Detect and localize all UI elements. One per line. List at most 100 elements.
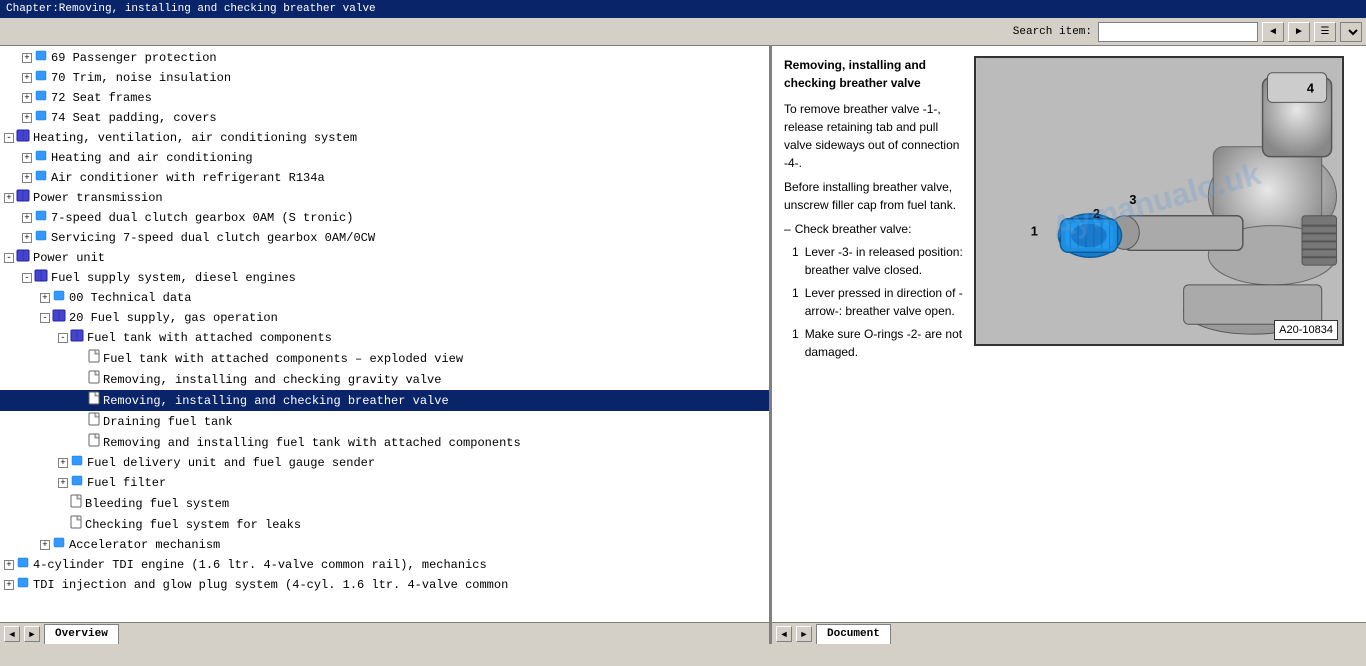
- tree-expander[interactable]: -: [40, 313, 50, 323]
- tree-expander[interactable]: -: [58, 333, 68, 343]
- tab-overview[interactable]: Overview: [44, 624, 119, 644]
- doc-nav-next[interactable]: ►: [796, 626, 812, 642]
- tree-expander[interactable]: +: [22, 93, 32, 103]
- doc-image-box: 1 2 3 4 Aymanualo.uk A20-10834: [974, 56, 1344, 346]
- tree-nav-prev[interactable]: ◄: [4, 626, 20, 642]
- tree-item-label: Power unit: [33, 250, 105, 266]
- tree-expander[interactable]: +: [22, 233, 32, 243]
- doc-paragraph: Before installing breather valve, unscre…: [784, 178, 964, 214]
- doc-paragraph: To remove breather valve -1-, release re…: [784, 100, 964, 172]
- step-number: 1: [792, 243, 799, 279]
- tree-expander[interactable]: +: [22, 173, 32, 183]
- right-panel: Removing, installing and checking breath…: [772, 46, 1366, 644]
- diamond-icon: [70, 474, 84, 492]
- tree-item[interactable]: + Fuel filter: [0, 473, 769, 493]
- svg-text:1: 1: [1031, 224, 1038, 239]
- tree-item-label: Fuel supply system, diesel engines: [51, 270, 296, 286]
- doc-icon: [88, 370, 100, 389]
- tree-item[interactable]: Removing and installing fuel tank with a…: [0, 432, 769, 453]
- tab-document[interactable]: Document: [816, 624, 891, 644]
- tree-expander[interactable]: +: [22, 53, 32, 63]
- search-input[interactable]: [1098, 22, 1258, 42]
- step-number: 1: [792, 284, 799, 320]
- diamond-icon: [70, 454, 84, 472]
- tree-item[interactable]: + 69 Passenger protection: [0, 48, 769, 68]
- tree-item[interactable]: Removing, installing and checking breath…: [0, 390, 769, 411]
- tree-item[interactable]: Checking fuel system for leaks: [0, 514, 769, 535]
- tree-expander[interactable]: +: [4, 560, 14, 570]
- search-label: Search item:: [1013, 26, 1092, 38]
- tree-item-label: Bleeding fuel system: [85, 496, 229, 512]
- tree-item[interactable]: + Power transmission: [0, 188, 769, 208]
- tree-item[interactable]: Draining fuel tank: [0, 411, 769, 432]
- tree-expander[interactable]: +: [40, 293, 50, 303]
- diamond-icon: [52, 289, 66, 307]
- step-text: Make sure O-rings -2- are not damaged.: [805, 325, 964, 361]
- tree-expander[interactable]: +: [22, 153, 32, 163]
- toolbar-options-select[interactable]: ▼: [1340, 22, 1362, 42]
- tree-expander[interactable]: +: [22, 113, 32, 123]
- tree-item[interactable]: Bleeding fuel system: [0, 493, 769, 514]
- tree-expander[interactable]: +: [58, 458, 68, 468]
- tree-item[interactable]: + Servicing 7-speed dual clutch gearbox …: [0, 228, 769, 248]
- tree-item[interactable]: - Fuel tank with attached components: [0, 328, 769, 348]
- titlebar: Chapter:Removing, installing and checkin…: [0, 0, 1366, 18]
- tree-item[interactable]: + 74 Seat padding, covers: [0, 108, 769, 128]
- tree-expander[interactable]: -: [4, 253, 14, 263]
- doc-nav-prev[interactable]: ◄: [776, 626, 792, 642]
- tree-item[interactable]: - Fuel supply system, diesel engines: [0, 268, 769, 288]
- tree-expander[interactable]: -: [22, 273, 32, 283]
- tree-expander[interactable]: -: [4, 133, 14, 143]
- doc-image-column: 1 2 3 4 Aymanualo.uk A20-10834: [974, 56, 1354, 366]
- diamond-icon: [16, 576, 30, 594]
- tree-expander[interactable]: +: [40, 540, 50, 550]
- search-prev-button[interactable]: ◄: [1262, 22, 1284, 42]
- tree-container[interactable]: + 69 Passenger protection+ 70 Trim, nois…: [0, 46, 769, 622]
- tree-item[interactable]: Removing, installing and checking gravit…: [0, 369, 769, 390]
- toolbar-menu-button[interactable]: ☰: [1314, 22, 1336, 42]
- tree-item-label: 72 Seat frames: [51, 90, 152, 106]
- tree-item-label: Fuel tank with attached components: [87, 330, 332, 346]
- image-label: A20-10834: [1274, 320, 1338, 341]
- doc-icon: [88, 349, 100, 368]
- tree-item-label: Removing and installing fuel tank with a…: [103, 435, 521, 451]
- tree-expander[interactable]: +: [22, 213, 32, 223]
- tree-item-label: Air conditioner with refrigerant R134a: [51, 170, 325, 186]
- tree-item[interactable]: + Air conditioner with refrigerant R134a: [0, 168, 769, 188]
- tree-item-label: TDI injection and glow plug system (4-cy…: [33, 577, 508, 593]
- book-icon: [70, 329, 84, 347]
- doc-paragraph: 1Make sure O-rings -2- are not damaged.: [792, 325, 964, 361]
- tree-expander[interactable]: +: [4, 193, 14, 203]
- tree-item[interactable]: Fuel tank with attached components – exp…: [0, 348, 769, 369]
- tree-nav-next[interactable]: ►: [24, 626, 40, 642]
- diamond-icon: [34, 169, 48, 187]
- tree-item-label: Removing, installing and checking breath…: [103, 393, 449, 409]
- engine-diagram: 1 2 3 4 Aymanualo.uk: [976, 58, 1342, 344]
- tree-item[interactable]: - Heating, ventilation, air conditioning…: [0, 128, 769, 148]
- search-next-button[interactable]: ►: [1288, 22, 1310, 42]
- left-statusbar: ◄ ► Overview: [0, 622, 769, 644]
- tree-item[interactable]: + TDI injection and glow plug system (4-…: [0, 575, 769, 595]
- step-number: 1: [792, 325, 799, 361]
- doc-content-area: Removing, installing and checking breath…: [784, 56, 1354, 366]
- tree-item-label: 00 Technical data: [69, 290, 191, 306]
- left-panel: + 69 Passenger protection+ 70 Trim, nois…: [0, 46, 772, 644]
- tree-expander[interactable]: +: [22, 73, 32, 83]
- tree-item[interactable]: + 00 Technical data: [0, 288, 769, 308]
- tree-item[interactable]: - 20 Fuel supply, gas operation: [0, 308, 769, 328]
- tree-item[interactable]: + 4-cylinder TDI engine (1.6 ltr. 4-valv…: [0, 555, 769, 575]
- tree-expander[interactable]: +: [58, 478, 68, 488]
- tree-item[interactable]: + Heating and air conditioning: [0, 148, 769, 168]
- tree-item[interactable]: + 70 Trim, noise insulation: [0, 68, 769, 88]
- doc-icon: [70, 515, 82, 534]
- tree-expander[interactable]: +: [4, 580, 14, 590]
- tree-item[interactable]: + Accelerator mechanism: [0, 535, 769, 555]
- tree-item[interactable]: - Power unit: [0, 248, 769, 268]
- diamond-icon: [16, 556, 30, 574]
- tree-item[interactable]: + 7-speed dual clutch gearbox 0AM (S tro…: [0, 208, 769, 228]
- tree-item[interactable]: + 72 Seat frames: [0, 88, 769, 108]
- titlebar-text: Chapter:Removing, installing and checkin…: [6, 3, 376, 15]
- tree-item[interactable]: + Fuel delivery unit and fuel gauge send…: [0, 453, 769, 473]
- diamond-icon: [34, 69, 48, 87]
- doc-icon: [88, 391, 100, 410]
